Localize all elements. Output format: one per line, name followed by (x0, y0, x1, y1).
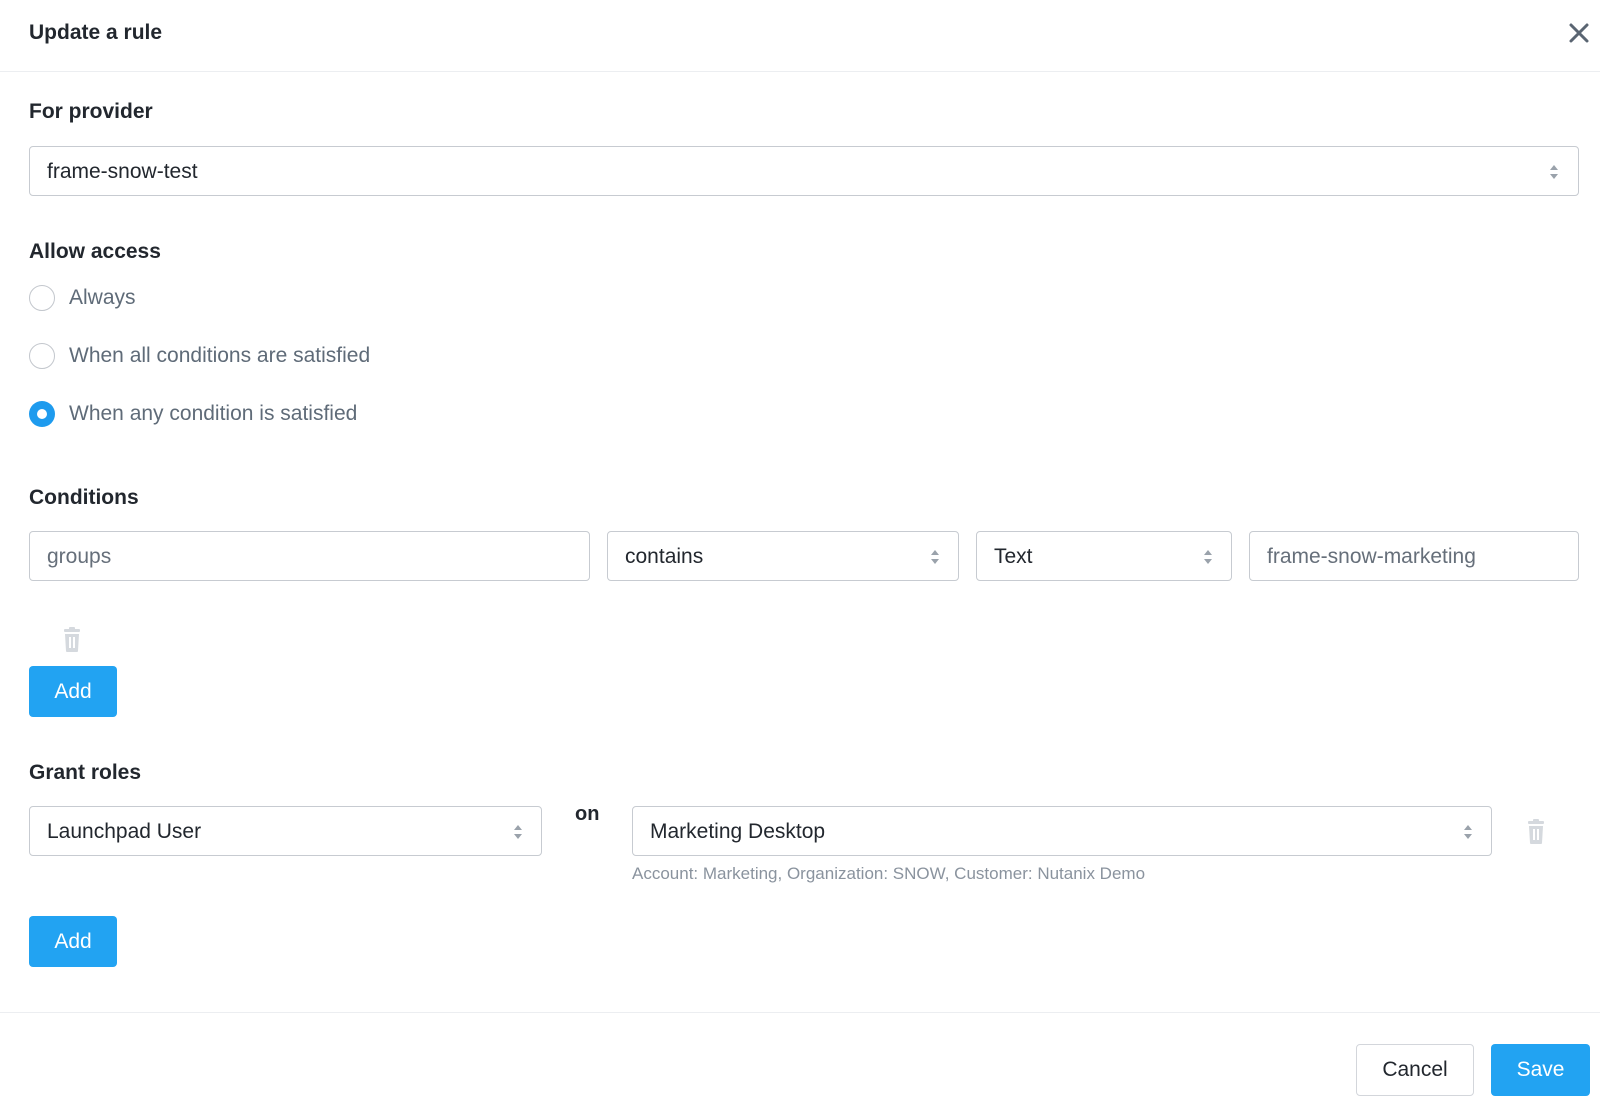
provider-select[interactable]: frame-snow-test (29, 146, 1579, 196)
save-button[interactable]: Save (1491, 1044, 1590, 1096)
cancel-button[interactable]: Cancel (1356, 1044, 1474, 1096)
role-select-value: Launchpad User (47, 820, 202, 843)
update-rule-dialog: Update a rule For provider frame-snow-te… (0, 0, 1600, 1107)
select-arrows-icon (1204, 550, 1212, 564)
footer-divider (0, 1012, 1600, 1013)
radio-circle[interactable] (29, 343, 55, 369)
target-select[interactable]: Marketing Desktop (632, 806, 1492, 856)
radio-always-label: Always (69, 286, 136, 309)
add-condition-button[interactable]: Add (29, 666, 117, 717)
condition-operator-value: contains (625, 545, 704, 568)
trash-icon[interactable] (61, 627, 83, 653)
add-role-button[interactable]: Add (29, 916, 117, 967)
provider-select-value: frame-snow-test (47, 160, 198, 183)
select-arrows-icon (1464, 825, 1472, 839)
select-arrows-icon (1550, 165, 1558, 179)
condition-operator-select[interactable]: contains (607, 531, 959, 581)
select-arrows-icon (931, 550, 939, 564)
grant-roles-label: Grant roles (29, 761, 142, 784)
dialog-header: Update a rule (0, 0, 1600, 72)
provider-label: For provider (29, 100, 153, 123)
condition-type-select[interactable]: Text (976, 531, 1232, 581)
radio-circle[interactable] (29, 285, 55, 311)
radio-all-conditions-label: When all conditions are satisfied (69, 344, 371, 367)
condition-type-value: Text (994, 545, 1033, 568)
select-arrows-icon (514, 825, 522, 839)
allow-access-label: Allow access (29, 240, 161, 263)
role-select[interactable]: Launchpad User (29, 806, 542, 856)
conditions-label: Conditions (29, 486, 139, 509)
radio-any-condition-label: When any condition is satisfied (69, 402, 358, 425)
condition-value-text: frame-snow-marketing (1267, 545, 1476, 568)
dialog-title: Update a rule (29, 21, 163, 44)
target-select-value: Marketing Desktop (650, 820, 826, 843)
target-hint: Account: Marketing, Organization: SNOW, … (632, 864, 1146, 883)
condition-field-input[interactable]: groups (29, 531, 590, 581)
condition-value-input[interactable]: frame-snow-marketing (1249, 531, 1579, 581)
radio-circle-checked[interactable] (29, 401, 55, 427)
role-on-connector: on (575, 803, 600, 825)
trash-icon[interactable] (1525, 819, 1547, 845)
close-icon[interactable] (1566, 20, 1592, 46)
condition-field-value: groups (47, 545, 112, 568)
